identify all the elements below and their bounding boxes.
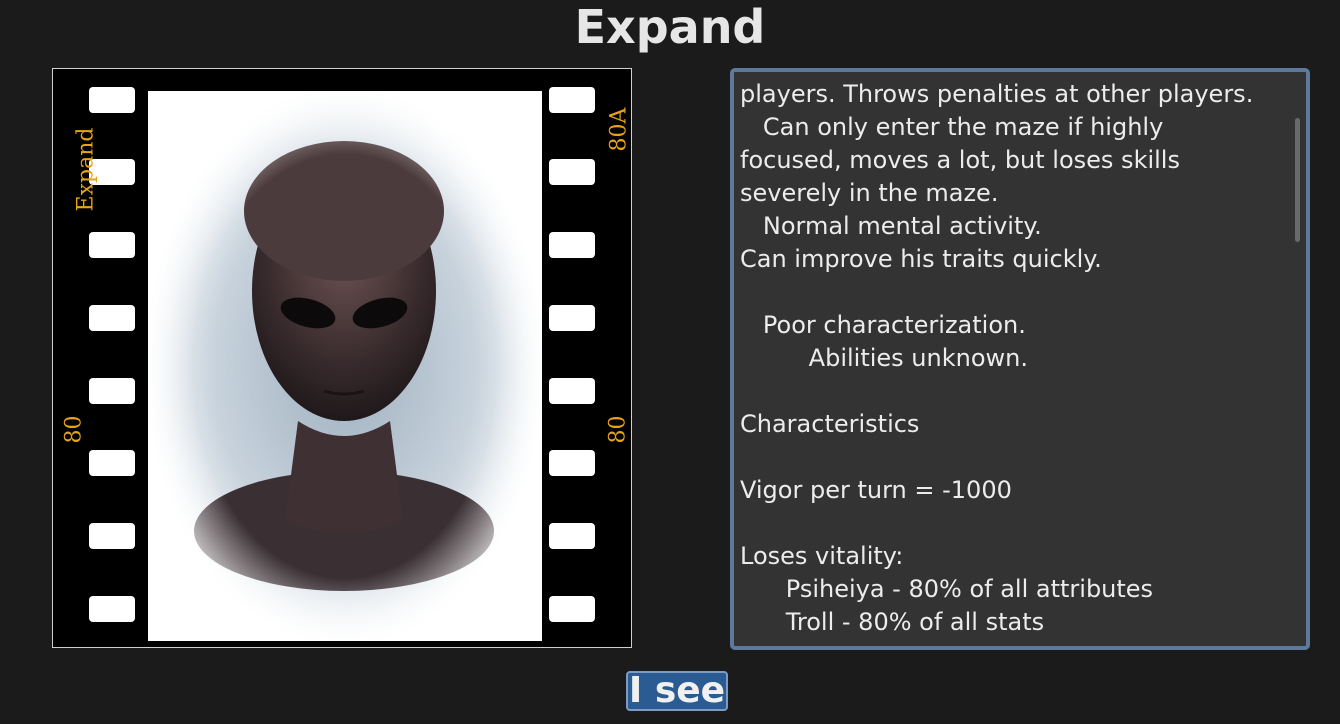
description-line: Can improve his traits quickly. bbox=[740, 245, 1102, 273]
sprocket-hole bbox=[549, 232, 595, 258]
sprocket-hole bbox=[549, 305, 595, 331]
description-line: Troll - 80% of all stats bbox=[740, 608, 1045, 636]
sprocket-hole bbox=[549, 87, 595, 113]
sprocket-hole bbox=[549, 378, 595, 404]
description-scrollbar[interactable] bbox=[1295, 118, 1300, 242]
alien-portrait-image bbox=[148, 91, 542, 641]
sprocket-hole bbox=[549, 596, 595, 622]
description-panel[interactable]: players. Throws penalties at other playe… bbox=[730, 68, 1310, 650]
sprocket-hole bbox=[89, 523, 135, 549]
sprocket-hole bbox=[89, 378, 135, 404]
film-edge-label-right-bottom: 80 bbox=[605, 415, 631, 444]
description-line: Loses vitality: bbox=[740, 542, 904, 570]
description-line: severely in the maze. bbox=[740, 179, 999, 207]
sprocket-hole bbox=[89, 596, 135, 622]
description-line: players. Throws penalties at other playe… bbox=[740, 80, 1254, 108]
description-line: focused, moves a lot, but loses skills bbox=[740, 146, 1180, 174]
portrait-film-strip: Expand 80 80A 80 bbox=[52, 68, 632, 648]
description-line bbox=[740, 375, 1295, 408]
sprocket-hole bbox=[549, 523, 595, 549]
description-line bbox=[740, 276, 1295, 309]
sprocket-hole bbox=[89, 450, 135, 476]
description-line: Vigor per turn = -1000 bbox=[740, 476, 1012, 504]
dialog-title: Expand bbox=[574, 0, 766, 54]
film-edge-label-right-top: 80A bbox=[606, 107, 632, 152]
sprocket-hole bbox=[89, 305, 135, 331]
description-line: Abilities unknown. bbox=[740, 344, 1028, 372]
description-line bbox=[740, 507, 1295, 540]
sprocket-hole bbox=[89, 232, 135, 258]
description-line bbox=[740, 441, 1295, 474]
sprocket-hole bbox=[89, 87, 135, 113]
sprocket-hole bbox=[549, 159, 595, 185]
description-line: Normal mental activity. bbox=[740, 212, 1042, 240]
film-edge-label-left-bottom: 80 bbox=[61, 415, 87, 444]
description-text: players. Throws penalties at other playe… bbox=[740, 78, 1295, 639]
sprocket-hole bbox=[549, 450, 595, 476]
i-see-button[interactable]: I see bbox=[626, 671, 728, 711]
description-line: Characteristics bbox=[740, 410, 920, 438]
description-line: Poor characterization. bbox=[740, 311, 1026, 339]
description-line: Psiheiya - 80% of all attributes bbox=[740, 575, 1154, 603]
film-edge-label-left-top: Expand bbox=[73, 127, 99, 212]
description-line: Can only enter the maze if highly bbox=[740, 113, 1164, 141]
